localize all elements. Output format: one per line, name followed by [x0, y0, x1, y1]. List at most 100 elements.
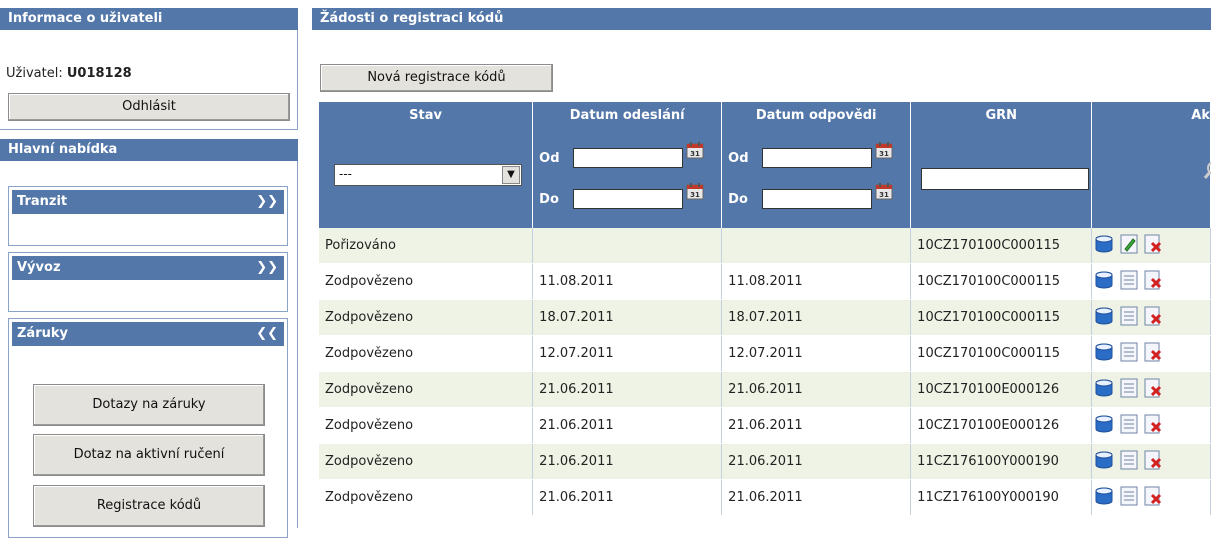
- cell-reply: 18.07.2011: [721, 299, 912, 336]
- database-icon[interactable]: [1094, 234, 1114, 258]
- sent-to-label: Do: [539, 192, 559, 207]
- delete-icon[interactable]: [1144, 270, 1162, 294]
- cell-grn: 11CZ176100Y000190: [910, 443, 1093, 480]
- user-panel-header: Informace o uživateli: [0, 8, 298, 30]
- menu-item-registrace-kodu[interactable]: Registrace kódů: [33, 485, 265, 527]
- table-row[interactable]: Zodpovězeno 11.08.2011 11.08.2011 10CZ17010…: [319, 263, 1211, 300]
- delete-icon[interactable]: [1144, 450, 1162, 474]
- main-title: Žádosti o registraci kódů: [320, 11, 504, 26]
- delete-icon[interactable]: [1144, 486, 1162, 510]
- user-id: U018128: [66, 66, 132, 81]
- stav-select[interactable]: --- ▼: [334, 164, 522, 186]
- sent-to-input[interactable]: [573, 189, 684, 209]
- col-grn: GRN: [910, 102, 1093, 228]
- cell-grn-text: 10CZ170100C000115: [917, 346, 1061, 361]
- cell-sent-text: 21.06.2011: [539, 418, 614, 433]
- delete-icon[interactable]: [1144, 342, 1162, 366]
- cell-sent: 12.07.2011: [532, 335, 723, 372]
- table-row[interactable]: Zodpovězeno 21.06.2011 21.06.2011 10CZ17010…: [319, 407, 1211, 444]
- grn-input[interactable]: [921, 168, 1090, 190]
- cell-stav: Zodpovězeno: [319, 443, 534, 480]
- table-row[interactable]: Zodpovězeno 12.07.2011 12.07.2011 10CZ17010…: [319, 335, 1211, 372]
- cell-actions: [1091, 443, 1211, 480]
- cell-grn-text: 11CZ176100Y000190: [917, 454, 1059, 469]
- cell-grn-text: 10CZ170100C000115: [917, 238, 1061, 253]
- database-icon[interactable]: [1094, 270, 1114, 294]
- cell-actions: [1091, 371, 1211, 408]
- delete-icon[interactable]: [1144, 306, 1162, 330]
- cell-sent: [532, 228, 723, 264]
- cell-sent: 11.08.2011: [532, 263, 723, 300]
- cell-reply-text: 21.06.2011: [728, 490, 803, 505]
- cell-grn: 10CZ170100C000115: [910, 299, 1093, 336]
- reply-from-input[interactable]: [762, 148, 873, 168]
- document-icon[interactable]: [1120, 306, 1138, 330]
- delete-icon[interactable]: [1144, 414, 1162, 438]
- cell-reply-text: 21.06.2011: [728, 454, 803, 469]
- delete-icon[interactable]: [1144, 234, 1162, 258]
- chevron-double-down-icon[interactable]: ❯❯: [256, 190, 278, 214]
- cell-reply-text: 18.07.2011: [728, 310, 803, 325]
- new-registration-button[interactable]: Nová registrace kódů: [320, 64, 553, 92]
- reply-to-input[interactable]: [762, 189, 873, 209]
- cell-grn-text: 11CZ176100Y000190: [917, 490, 1059, 505]
- document-icon[interactable]: [1120, 486, 1138, 510]
- table-row[interactable]: Zodpovězeno 18.07.2011 18.07.2011 10CZ17010…: [319, 299, 1211, 336]
- dropdown-arrow-icon[interactable]: ▼: [502, 166, 520, 184]
- document-icon[interactable]: [1120, 342, 1138, 366]
- section-header-tranzit[interactable]: Tranzit ❯❯: [12, 190, 284, 214]
- delete-icon[interactable]: [1144, 378, 1162, 402]
- menu-item-dotazy-na-zaruky[interactable]: Dotazy na záruky: [33, 384, 265, 426]
- main-header: Žádosti o registraci kódů: [312, 8, 1211, 30]
- database-icon[interactable]: [1094, 378, 1114, 402]
- table-row[interactable]: Pořizováno 10CZ170100C000115: [319, 228, 1211, 264]
- row-actions: [1094, 234, 1162, 258]
- cell-grn-text: 10CZ170100C000115: [917, 274, 1061, 289]
- document-icon[interactable]: [1120, 270, 1138, 294]
- table-row[interactable]: Zodpovězeno 21.06.2011 21.06.2011 11CZ17610…: [319, 443, 1211, 480]
- cell-stav: Zodpovězeno: [319, 299, 534, 336]
- table-row[interactable]: Zodpovězeno 21.06.2011 21.06.2011 10CZ17010…: [319, 371, 1211, 408]
- sent-from-input[interactable]: [573, 148, 684, 168]
- document-icon[interactable]: [1120, 378, 1138, 402]
- calendar-icon[interactable]: 31: [686, 182, 704, 200]
- chevron-double-up-icon[interactable]: ❮❮: [256, 322, 278, 346]
- stav-select-value: ---: [339, 167, 352, 181]
- col-grn-label: GRN: [985, 108, 1018, 123]
- row-actions: [1094, 378, 1162, 402]
- document-icon[interactable]: [1120, 414, 1138, 438]
- cell-actions: [1091, 263, 1211, 300]
- section-header-vyvoz[interactable]: Vývoz ❯❯: [12, 256, 284, 280]
- row-actions: [1094, 486, 1162, 510]
- row-actions: [1094, 306, 1162, 330]
- database-icon[interactable]: [1094, 450, 1114, 474]
- database-icon[interactable]: [1094, 306, 1114, 330]
- calendar-icon[interactable]: 31: [686, 141, 704, 159]
- edit-document-icon[interactable]: [1120, 234, 1138, 258]
- cell-stav-text: Zodpovězeno: [325, 310, 414, 325]
- database-icon[interactable]: [1094, 342, 1114, 366]
- document-icon[interactable]: [1120, 450, 1138, 474]
- calendar-icon[interactable]: 31: [875, 182, 893, 200]
- chevron-double-down-icon[interactable]: ❯❯: [256, 256, 278, 280]
- registrations-table: Stav --- ▼ Datum odeslání Od 31 Do 31 Da…: [319, 102, 1211, 516]
- database-icon[interactable]: [1094, 486, 1114, 510]
- section-header-zaruky[interactable]: Záruky ❮❮: [12, 322, 284, 346]
- cell-reply: 21.06.2011: [721, 371, 912, 408]
- cell-sent-text: 18.07.2011: [539, 310, 614, 325]
- cell-grn-text: 10CZ170100E000126: [917, 418, 1060, 433]
- svg-text:31: 31: [690, 150, 700, 158]
- magnifier-icon[interactable]: [1202, 160, 1211, 182]
- cell-stav-text: Zodpovězeno: [325, 382, 414, 397]
- cell-sent: 18.07.2011: [532, 299, 723, 336]
- user-panel: Uživatel: U018128 Odhlásit: [0, 30, 298, 130]
- logout-button[interactable]: Odhlásit: [8, 93, 290, 121]
- cell-actions: [1091, 407, 1211, 444]
- calendar-icon[interactable]: 31: [875, 141, 893, 159]
- cell-grn: 10CZ170100C000115: [910, 335, 1093, 372]
- section-label-vyvoz: Vývoz: [17, 260, 61, 275]
- menu-item-dotaz-na-aktivni-ruceni[interactable]: Dotaz na aktivní ručení: [33, 434, 265, 476]
- user-info: Uživatel: U018128: [6, 66, 132, 81]
- database-icon[interactable]: [1094, 414, 1114, 438]
- table-row[interactable]: Zodpovězeno 21.06.2011 21.06.2011 11CZ17610…: [319, 479, 1211, 516]
